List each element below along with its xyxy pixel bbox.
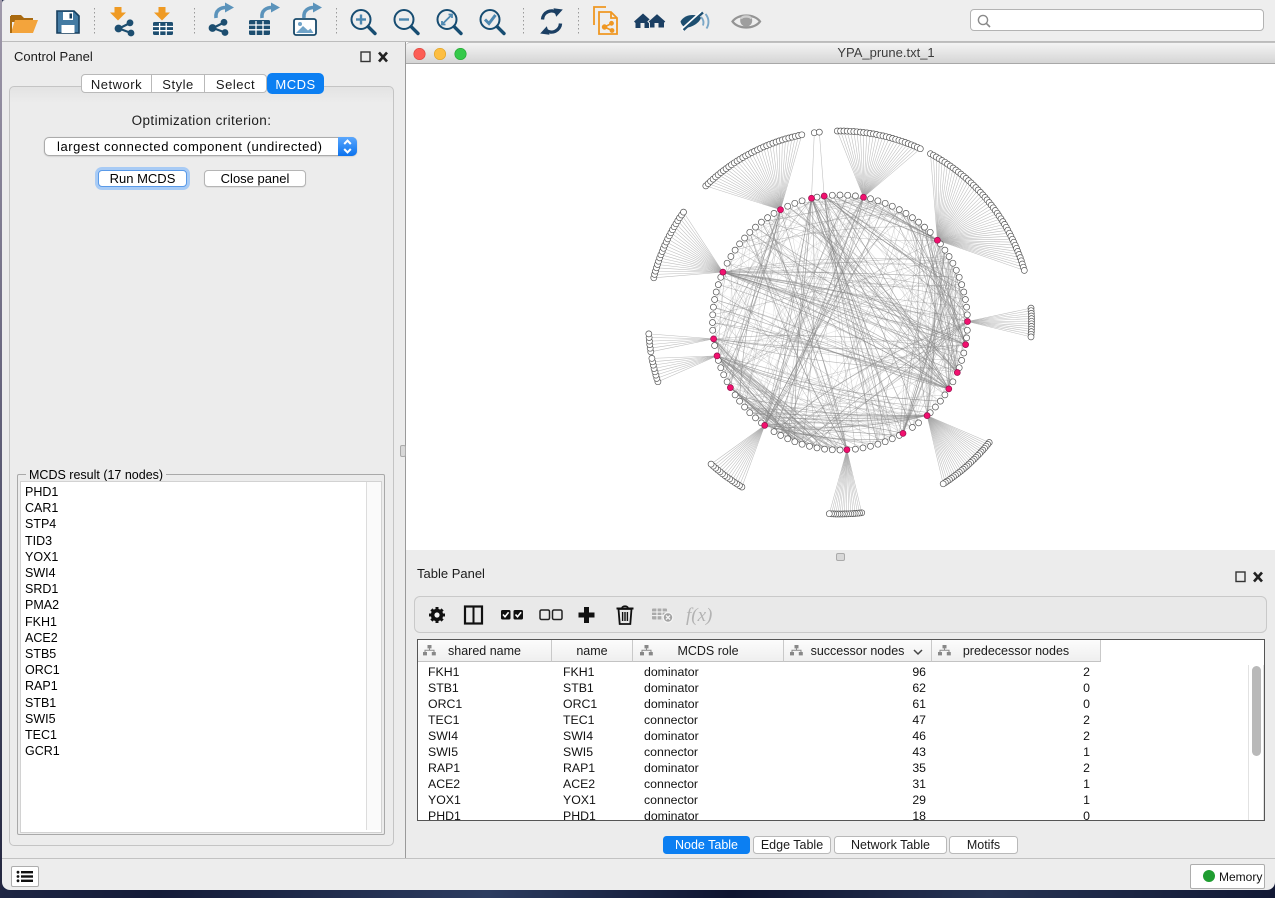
- svg-text:f(x): f(x): [686, 605, 712, 626]
